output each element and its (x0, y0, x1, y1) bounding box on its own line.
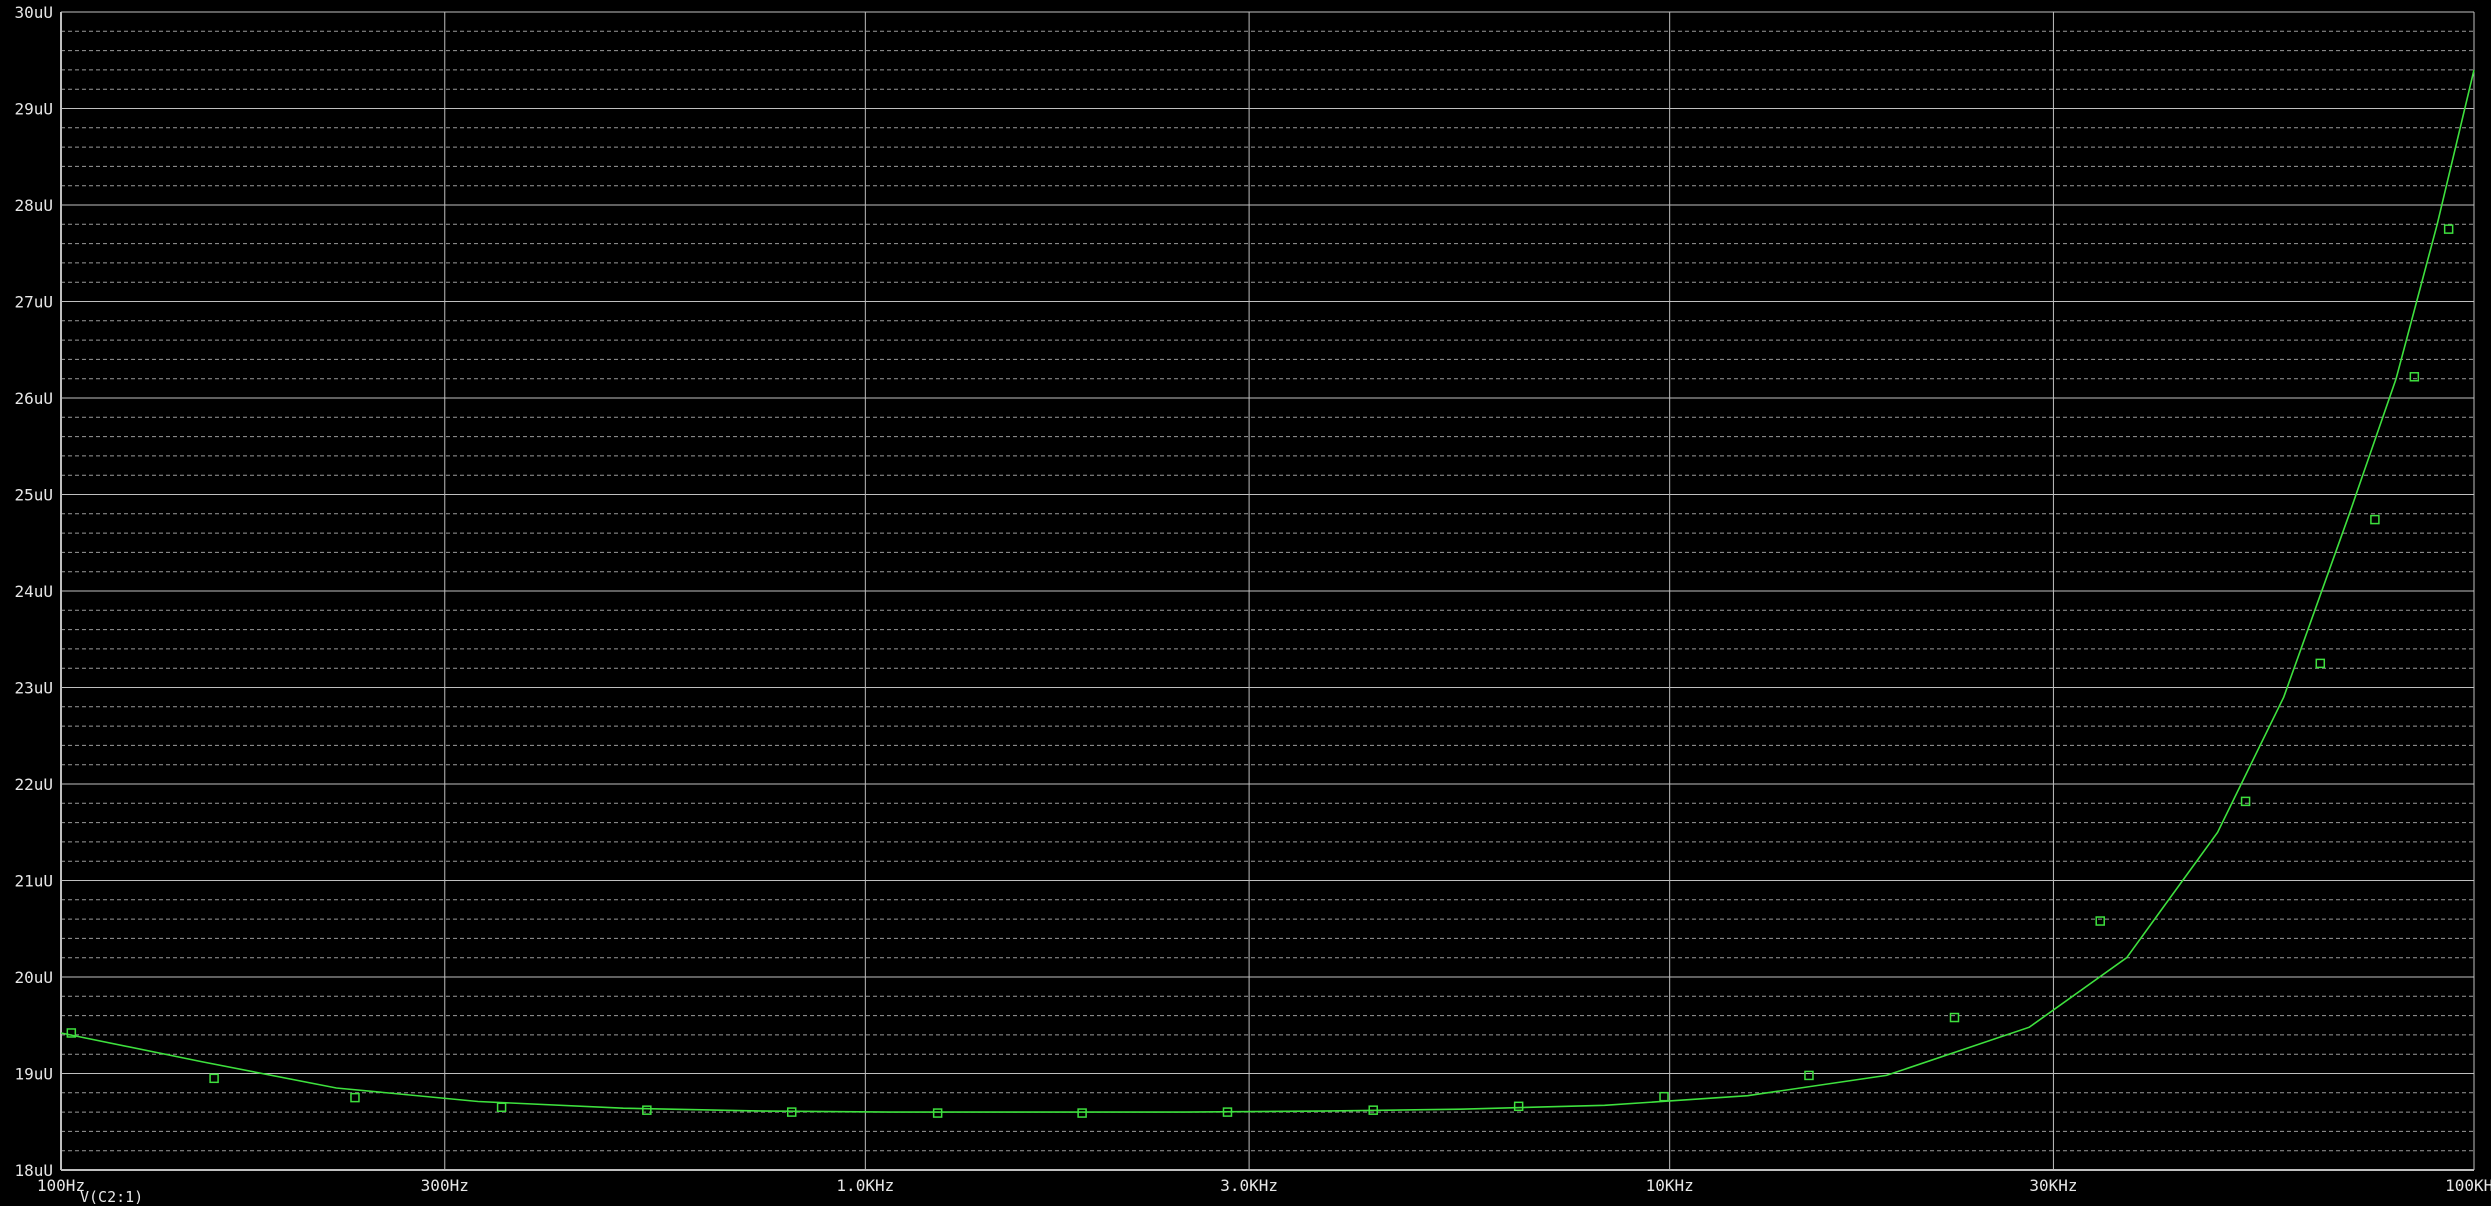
y-tick-label: 20uU (14, 968, 53, 987)
y-tick-label: 25uU (14, 486, 53, 505)
y-tick-label: 23uU (14, 679, 53, 698)
x-tick-label: 3.0KHz (1220, 1176, 1278, 1195)
y-tick-label: 24uU (14, 582, 53, 601)
y-tick-label: 22uU (14, 775, 53, 794)
y-tick-label: 19uU (14, 1065, 53, 1084)
y-tick-label: 29uU (14, 100, 53, 119)
trace-caption: V(C2:1) (80, 1188, 144, 1206)
x-tick-label: 100Hz (37, 1176, 85, 1195)
x-tick-label: 300Hz (421, 1176, 469, 1195)
plot-area: 18uU19uU20uU21uU22uU23uU24uU25uU26uU27uU… (0, 0, 2491, 1205)
y-tick-label: 21uU (14, 872, 53, 891)
plot-background (0, 0, 2491, 1205)
y-tick-label: 30uU (14, 3, 53, 22)
y-tick-label: 28uU (14, 196, 53, 215)
x-tick-label: 10KHz (1646, 1176, 1694, 1195)
y-tick-label: 26uU (14, 389, 53, 408)
y-tick-label: 27uU (14, 293, 53, 312)
x-tick-label: 1.0KHz (836, 1176, 894, 1195)
x-tick-label: 30KHz (2029, 1176, 2077, 1195)
x-tick-label: 100KHz (2445, 1176, 2491, 1195)
